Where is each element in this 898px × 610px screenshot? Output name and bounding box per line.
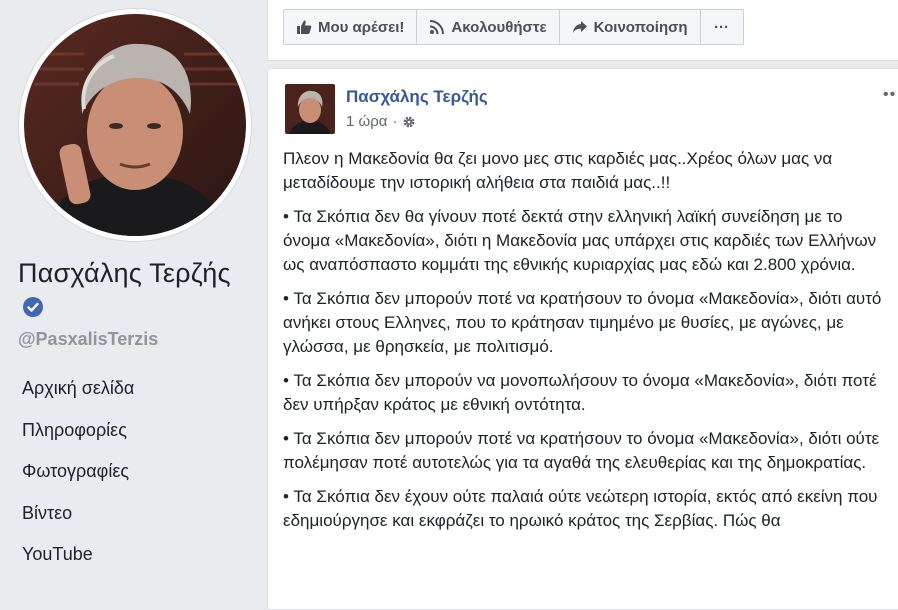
like-button-label: Μου αρέσει! xyxy=(318,18,405,36)
post-paragraph: • Τα Σκόπια δεν μπορούν ποτέ να κρατήσου… xyxy=(283,429,880,472)
share-button[interactable]: Κοινοποίηση xyxy=(560,10,701,44)
page-actions-bar: Μου αρέσει! Ακολουθήστε Κοινοποίηση ··· xyxy=(267,0,898,61)
follow-button[interactable]: Ακολουθήστε xyxy=(417,10,560,44)
post-meta: 1 ώρα · xyxy=(346,113,416,130)
profile-picture-frame[interactable] xyxy=(19,9,251,241)
more-options-button[interactable]: ··· xyxy=(701,10,743,44)
nav-item-home[interactable]: Αρχική σελίδα xyxy=(0,368,266,410)
post-paragraph: Πλεον η Μακεδονία θα ζει μονο μες στις κ… xyxy=(283,149,833,192)
rss-follow-icon xyxy=(430,20,445,35)
nav-item-youtube[interactable]: YouTube xyxy=(0,534,266,576)
nav-item-about[interactable]: Πληροφορίες xyxy=(0,410,266,452)
page-handle[interactable]: @PasxalisTerzis xyxy=(18,329,158,350)
page-nav: Αρχική σελίδα Πληροφορίες Φωτογραφίες Βί… xyxy=(0,368,266,576)
profile-picture[interactable] xyxy=(24,14,246,236)
thumbs-up-icon xyxy=(297,20,312,34)
post-card: Πασχάλης Τερζής 1 ώρα · •• Πλεον η Μακεδ… xyxy=(267,68,898,610)
meta-separator: · xyxy=(392,113,398,130)
nav-item-videos[interactable]: Βίντεο xyxy=(0,493,266,535)
post-author-name[interactable]: Πασχάλης Τερζής xyxy=(346,87,488,107)
follow-button-label: Ακολουθήστε xyxy=(451,18,547,36)
verified-badge-icon xyxy=(23,297,43,317)
post-text: Πλεον η Μακεδονία θα ζει μονο μες στις κ… xyxy=(283,147,883,543)
like-button[interactable]: Μου αρέσει! xyxy=(284,10,418,44)
post-paragraph: • Τα Σκόπια δεν μπορούν ποτέ να κρατήσου… xyxy=(283,289,882,356)
nav-item-photos[interactable]: Φωτογραφίες xyxy=(0,451,266,493)
gear-icon[interactable] xyxy=(402,115,416,129)
post-paragraph: • Τα Σκόπια δεν έχουν ούτε παλαιά ούτε ν… xyxy=(283,487,878,530)
post-paragraph: • Τα Σκόπια δεν θα γίνουν ποτέ δεκτά στη… xyxy=(283,207,877,274)
post-timestamp[interactable]: 1 ώρα xyxy=(346,113,387,130)
post-author-avatar[interactable] xyxy=(285,84,335,134)
post-paragraph: • Τα Σκόπια δεν μπορούν να μονοπωλήσουν … xyxy=(283,371,877,414)
share-button-label: Κοινοποίηση xyxy=(593,18,688,36)
page-title: Πασχάλης Τερζής xyxy=(18,258,231,288)
page-action-buttons: Μου αρέσει! Ακολουθήστε Κοινοποίηση ··· xyxy=(283,9,744,45)
page-sidebar: Πασχάλης Τερζής @PasxalisTerzis Αρχική σ… xyxy=(0,0,266,590)
post-options-icon[interactable]: •• xyxy=(883,86,896,104)
share-arrow-icon xyxy=(572,21,587,33)
